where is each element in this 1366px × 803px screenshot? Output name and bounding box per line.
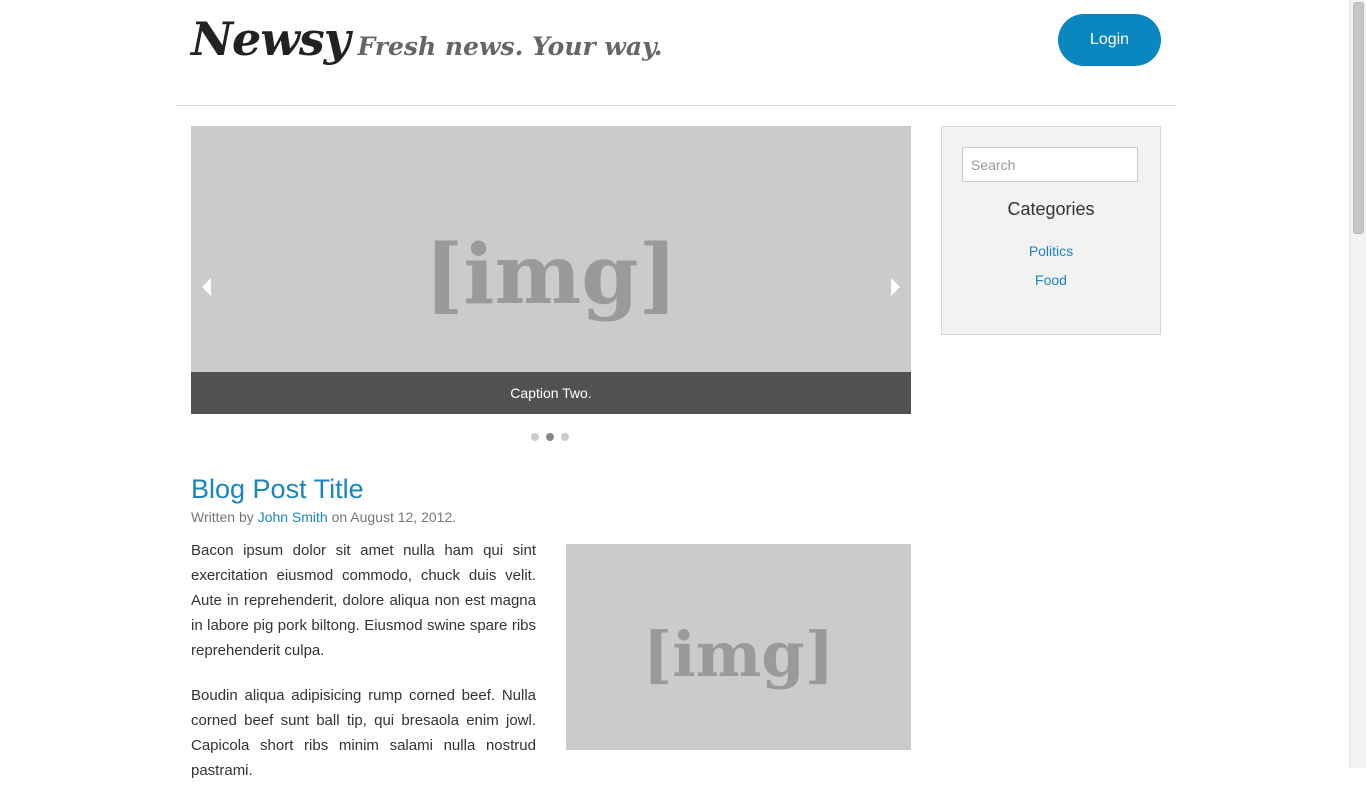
slider-pagination [531,433,576,441]
image-slider: [img] Caption Two. [191,126,911,414]
post-title[interactable]: Blog Post Title [191,474,364,505]
category-item: Politics [942,243,1160,272]
chevron-left-icon [202,278,211,296]
slider-dot[interactable] [561,433,569,441]
page-container: Newsy Fresh news. Your way. Login [img] C… [176,0,1176,779]
slider-next-button[interactable] [885,277,905,297]
site-brand: Newsy Fresh news. Your way. [191,12,662,66]
post-paragraph: Boudin aliqua adipisicing rump corned be… [191,687,536,779]
header-divider [176,105,1176,106]
categories-heading: Categories [1007,199,1095,219]
post-image-placeholder: [img] [642,618,835,691]
post-paragraph: Bacon ipsum dolor sit amet nulla ham qui… [191,542,536,659]
slider-prev-button[interactable] [197,277,217,297]
post-byline: Written by John Smith on August 12, 2012… [191,509,456,525]
post-image: [img] [566,544,911,750]
slider-caption: Caption Two. [191,372,911,414]
author-link[interactable]: John Smith [258,509,328,525]
sidebar: Categories Politics Food [941,126,1161,335]
search-input[interactable] [962,147,1138,182]
byline-prefix: Written by [191,509,254,525]
byline-date: on August 12, 2012. [331,509,457,525]
category-item: Food [942,272,1160,301]
category-list: Politics Food [942,243,1160,301]
slider-image-placeholder: [img] [424,227,678,323]
chevron-right-icon [891,278,900,296]
category-link-food[interactable]: Food [1035,272,1067,288]
slider-dot[interactable] [546,433,554,441]
scrollbar-thumb[interactable] [1353,2,1364,234]
slider-dot[interactable] [531,433,539,441]
page-scrollbar[interactable] [1349,0,1366,768]
post-body: Bacon ipsum dolor sit amet nulla ham qui… [191,538,536,803]
category-link-politics[interactable]: Politics [1029,243,1073,259]
site-tagline: Fresh news. Your way. [357,32,663,61]
site-logo[interactable]: Newsy [191,12,351,66]
login-button[interactable]: Login [1058,14,1161,66]
